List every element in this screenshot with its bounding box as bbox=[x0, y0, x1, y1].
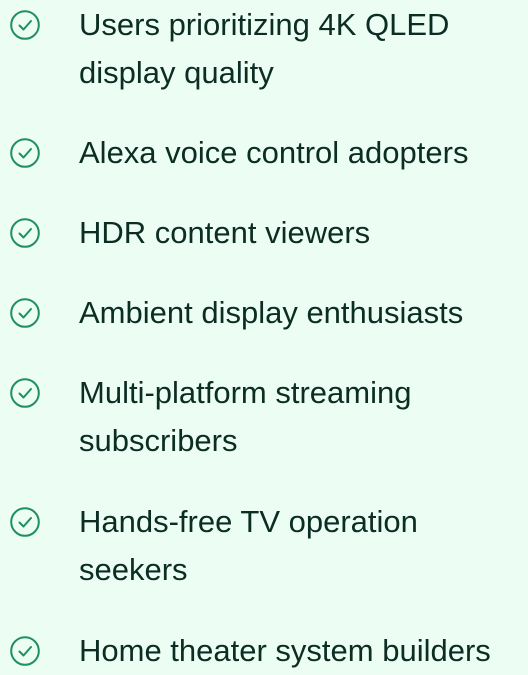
list-item-label: Home theater system builders bbox=[79, 633, 491, 668]
check-circle-icon bbox=[9, 9, 41, 41]
check-circle-icon bbox=[9, 297, 41, 329]
check-circle-icon bbox=[9, 217, 41, 249]
check-circle-icon bbox=[9, 635, 41, 667]
check-circle-icon bbox=[9, 377, 41, 409]
list-item-label: Multi-platform streaming subscribers bbox=[79, 375, 412, 458]
list-item-label: Ambient display enthusiasts bbox=[79, 295, 464, 330]
list-item-label: Alexa voice control adopters bbox=[79, 135, 469, 170]
check-circle-icon bbox=[9, 137, 41, 169]
check-circle-icon bbox=[9, 506, 41, 538]
list-item-label: HDR content viewers bbox=[79, 215, 371, 250]
list-item-label: Users prioritizing 4K QLED display quali… bbox=[79, 7, 450, 90]
list-item-label: Hands-free TV operation seekers bbox=[79, 504, 418, 587]
audience-checklist: Users prioritizing 4K QLED display quali… bbox=[0, 0, 528, 668]
